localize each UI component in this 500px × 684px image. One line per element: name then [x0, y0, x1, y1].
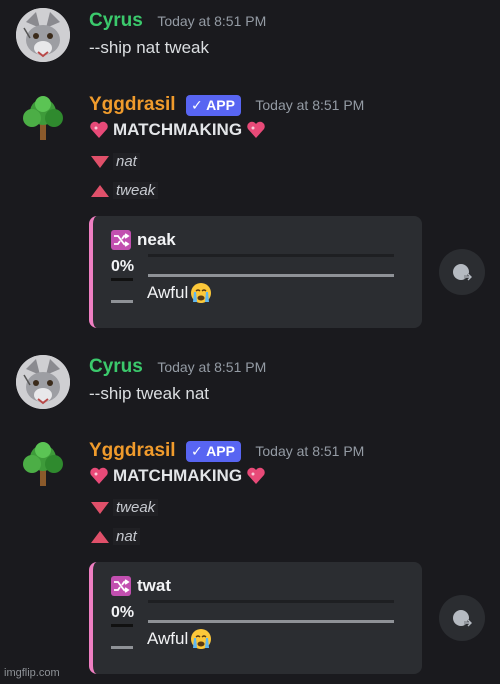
up-name: nat — [113, 528, 140, 545]
app-badge: ✓ APP — [186, 94, 241, 116]
verdict: Awful — [147, 282, 212, 304]
sparkling-heart-icon — [247, 121, 265, 138]
verdict: Awful — [147, 628, 212, 650]
down-triangle-icon — [91, 501, 109, 514]
compatibility-bar — [148, 600, 394, 624]
wolf-avatar-icon — [16, 8, 70, 62]
shuffle-icon — [111, 230, 131, 250]
up-triangle-icon — [91, 184, 109, 197]
message-text: --ship nat tweak — [89, 38, 209, 57]
down-triangle-icon — [91, 155, 109, 168]
ship-name: neak — [137, 230, 176, 249]
author-name[interactable]: Yggdrasil — [89, 440, 176, 461]
author-name[interactable]: Cyrus — [89, 356, 143, 377]
crying-face-icon — [191, 283, 212, 303]
add-reaction-icon — [453, 610, 473, 627]
up-name-row: nat — [91, 528, 140, 545]
timestamp: Today at 8:51 PM — [255, 97, 365, 113]
author-name[interactable]: Cyrus — [89, 10, 143, 31]
timestamp: Today at 8:51 PM — [157, 13, 267, 29]
percent-text: 0% — [111, 604, 135, 621]
up-triangle-icon — [91, 530, 109, 543]
down-name: tweak — [113, 499, 159, 516]
divider — [111, 300, 133, 303]
wolf-avatar-icon — [16, 355, 70, 409]
divider — [111, 646, 133, 649]
avatar-yggdrasil[interactable] — [16, 92, 70, 146]
tree-avatar-icon — [23, 442, 63, 486]
timestamp: Today at 8:51 PM — [255, 443, 365, 459]
heading-text: MATCHMAKING — [113, 120, 243, 139]
add-reaction-icon — [453, 264, 473, 281]
matchmaking-heading: MATCHMAKING — [89, 466, 266, 486]
divider — [111, 278, 133, 281]
sparkling-heart-icon — [247, 467, 265, 484]
percent-text: 0% — [111, 258, 135, 275]
ship-name: twat — [137, 576, 171, 595]
avatar-cyrus[interactable] — [16, 355, 70, 409]
timestamp: Today at 8:51 PM — [157, 359, 267, 375]
divider — [111, 624, 133, 627]
verdict-text: Awful — [147, 283, 189, 302]
shuffle-icon — [111, 576, 131, 596]
ship-embed: neak 0% Awful — [89, 216, 422, 328]
down-name-row: nat — [91, 153, 140, 170]
embed-title: twat — [111, 576, 171, 596]
matchmaking-heading: MATCHMAKING — [89, 120, 266, 140]
ship-embed: twat 0% Awful — [89, 562, 422, 674]
add-reaction-button[interactable] — [439, 595, 485, 641]
watermark: imgflip.com — [4, 667, 60, 679]
sparkling-heart-icon — [90, 121, 108, 138]
embed-title: neak — [111, 230, 176, 250]
up-name: tweak — [113, 182, 159, 199]
heading-text: MATCHMAKING — [113, 466, 243, 485]
down-name-row: tweak — [91, 499, 159, 516]
up-name-row: tweak — [91, 182, 159, 199]
avatar-yggdrasil[interactable] — [16, 438, 70, 492]
message-text: --ship tweak nat — [89, 384, 209, 403]
app-badge: ✓ APP — [186, 440, 241, 462]
tree-avatar-icon — [23, 96, 63, 140]
author-name[interactable]: Yggdrasil — [89, 94, 176, 115]
compatibility-bar — [148, 254, 394, 278]
crying-face-icon — [191, 629, 212, 649]
add-reaction-button[interactable] — [439, 249, 485, 295]
avatar-cyrus[interactable] — [16, 8, 70, 62]
verdict-text: Awful — [147, 629, 189, 648]
down-name: nat — [113, 153, 140, 170]
sparkling-heart-icon — [90, 467, 108, 484]
